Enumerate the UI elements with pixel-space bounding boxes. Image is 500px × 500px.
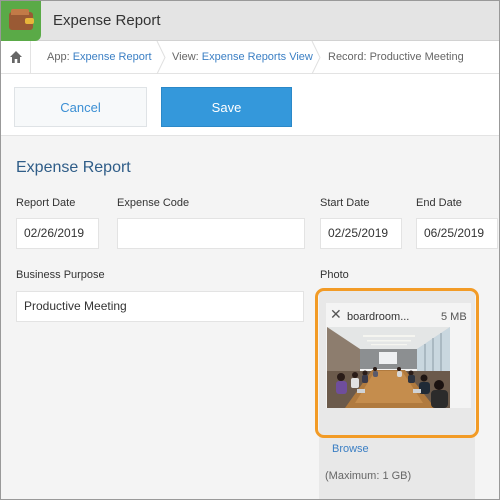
breadcrumb-view[interactable]: View: Expense Reports View: [172, 51, 313, 63]
photo-highlight-frame: [315, 288, 479, 438]
breadcrumb-app-link[interactable]: Expense Report: [73, 51, 152, 63]
app-header: Expense Report: [1, 1, 499, 41]
report-date-label: Report Date: [16, 197, 76, 209]
start-date-label: Start Date: [320, 197, 370, 209]
breadcrumb-view-link[interactable]: Expense Reports View: [202, 51, 313, 63]
photo-label: Photo: [320, 269, 349, 281]
breadcrumb-view-prefix: View:: [172, 51, 202, 63]
wallet-clasp: [25, 18, 34, 24]
start-date-field[interactable]: 02/25/2019: [320, 218, 402, 249]
home-button[interactable]: [1, 41, 31, 74]
end-date-field[interactable]: 06/25/2019: [416, 218, 498, 249]
expense-code-field[interactable]: [117, 218, 305, 249]
expense-code-label: Expense Code: [117, 197, 190, 209]
business-purpose-label: Business Purpose: [16, 269, 105, 281]
browse-link[interactable]: Browse: [332, 443, 369, 455]
app-icon[interactable]: [1, 1, 41, 41]
breadcrumb: App: Expense Report View: Expense Report…: [1, 41, 499, 74]
breadcrumb-separator-icon: [311, 41, 321, 74]
wallet-icon: [9, 9, 34, 30]
breadcrumb-separator-icon: [156, 41, 166, 74]
app-title: Expense Report: [53, 12, 161, 29]
section-title: Expense Report: [16, 159, 131, 176]
app-window: Expense Report App: Expense Report View:…: [0, 0, 500, 500]
breadcrumb-app[interactable]: App: Expense Report: [47, 51, 152, 63]
business-purpose-field[interactable]: Productive Meeting: [16, 291, 304, 322]
max-size-note: (Maximum: 1 GB): [325, 470, 412, 482]
breadcrumb-app-prefix: App:: [47, 51, 73, 63]
home-icon: [10, 51, 22, 63]
end-date-label: End Date: [416, 197, 462, 209]
report-date-field[interactable]: 02/26/2019: [16, 218, 99, 249]
action-bar: Cancel Save: [1, 74, 499, 136]
save-button[interactable]: Save: [161, 87, 292, 127]
breadcrumb-record: Record: Productive Meeting: [328, 51, 464, 63]
cancel-button[interactable]: Cancel: [14, 87, 147, 127]
